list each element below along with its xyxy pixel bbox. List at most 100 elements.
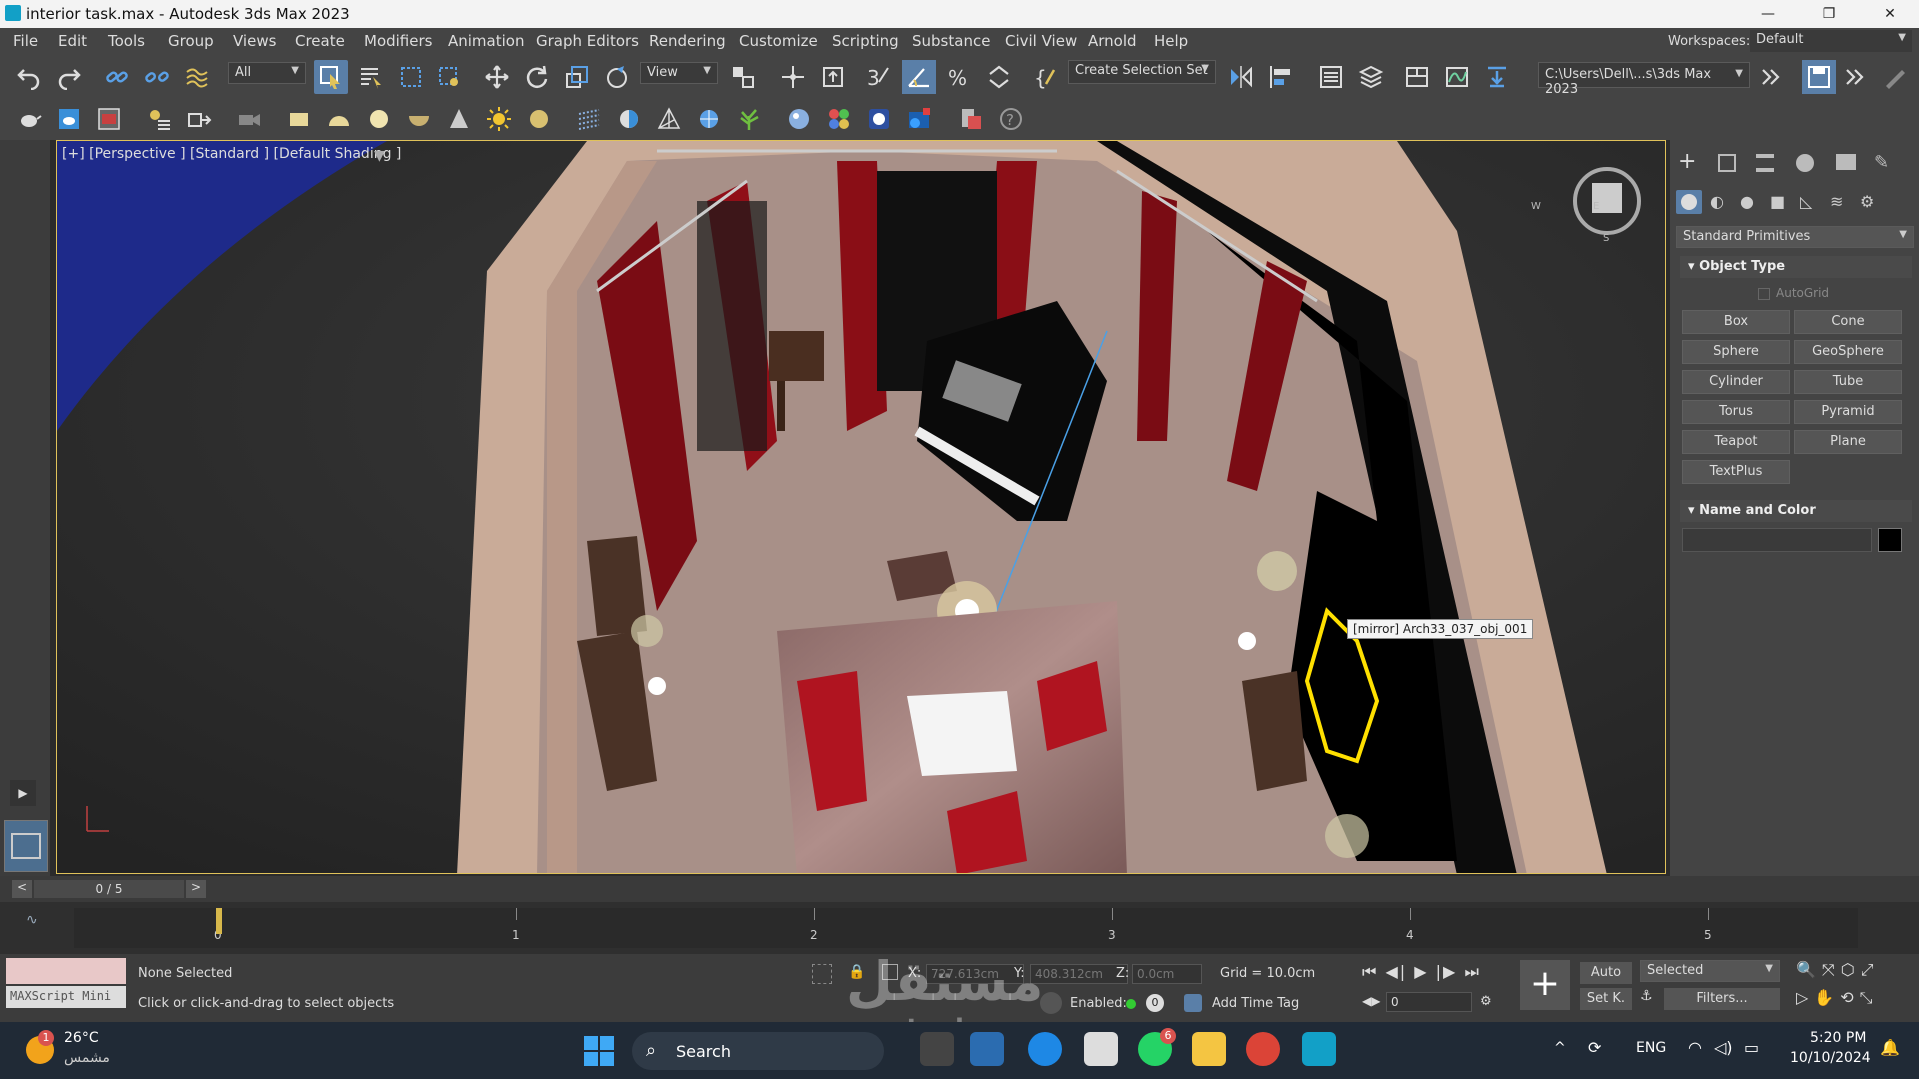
tray-chevron-icon[interactable]: ^ xyxy=(1554,1040,1566,1056)
object-name-input[interactable] xyxy=(1682,528,1872,552)
clock-time[interactable]: 5:20 PM xyxy=(1810,1030,1866,1046)
cylinder-button[interactable]: Cylinder xyxy=(1682,370,1790,394)
battery-icon[interactable]: ▭ xyxy=(1744,1038,1759,1057)
shapes-category-icon[interactable]: ◐ xyxy=(1710,192,1724,211)
brush-icon[interactable] xyxy=(1880,62,1910,92)
menu-create[interactable]: Create xyxy=(295,32,345,50)
mirror-icon[interactable] xyxy=(1226,62,1256,92)
spacewarps-category-icon[interactable]: ≋ xyxy=(1830,192,1843,211)
set-key-big-button[interactable]: + xyxy=(1520,960,1570,1010)
sync-icon[interactable]: ⟳ xyxy=(1588,1038,1601,1057)
scene-explorer-icon[interactable] xyxy=(1316,62,1346,92)
redo-icon[interactable] xyxy=(54,62,84,92)
time-marker[interactable] xyxy=(216,908,222,934)
select-by-name-icon[interactable] xyxy=(356,62,386,92)
name-and-color-rollout[interactable]: ▾ Name and Color xyxy=(1680,500,1912,522)
menu-help[interactable]: Help xyxy=(1154,32,1188,50)
playback-controls[interactable]: ⏮ ◀| ▶ |▶ ⏭ xyxy=(1362,962,1481,982)
key-mode-icon[interactable]: ◀▶ xyxy=(1362,994,1380,1008)
expand-arrow-icon[interactable]: ▶ xyxy=(10,780,36,806)
auto-key-button[interactable]: Auto xyxy=(1580,962,1632,984)
geosphere-icon[interactable] xyxy=(694,104,724,134)
select-object-icon[interactable] xyxy=(314,60,348,94)
half-sphere-icon[interactable] xyxy=(614,104,644,134)
keyboard-shortcut-icon[interactable] xyxy=(818,62,848,92)
save-project-icon[interactable] xyxy=(1802,60,1836,94)
track-bar-area[interactable]: 0 1 2 3 4 5 xyxy=(74,908,1858,948)
render-camera-icon[interactable] xyxy=(234,104,264,134)
copilot-icon[interactable] xyxy=(970,1032,1004,1066)
pivot-center-icon[interactable] xyxy=(728,62,758,92)
primitive-category-dropdown[interactable]: Standard Primitives ▼ xyxy=(1676,226,1914,248)
key-filter-dropdown[interactable]: Selected ▼ xyxy=(1640,960,1780,982)
curve-editor-mini-icon[interactable]: ∿ xyxy=(26,912,38,928)
render-frame-window-icon[interactable] xyxy=(94,104,124,134)
select-manipulate-icon[interactable] xyxy=(778,62,808,92)
spinner-snap-icon[interactable] xyxy=(984,62,1014,92)
track-bar[interactable]: ∿ 0 1 2 3 4 5 xyxy=(0,902,1919,954)
menu-scripting[interactable]: Scripting xyxy=(832,32,899,50)
menu-views[interactable]: Views xyxy=(233,32,276,50)
maxscript-listener-pink[interactable] xyxy=(6,958,126,984)
language-indicator[interactable]: ENG xyxy=(1636,1040,1666,1056)
bowl-primitive-icon[interactable] xyxy=(404,104,434,134)
help-icon[interactable]: ? xyxy=(996,104,1026,134)
time-config-icon[interactable]: ⚙ xyxy=(1480,994,1492,1009)
object-color-swatch[interactable] xyxy=(1878,528,1902,552)
grid-pattern-icon[interactable] xyxy=(574,104,604,134)
perspective-viewport[interactable]: E W S [mirror] Arch33_037_obj_001 xyxy=(56,140,1666,874)
unlink-icon[interactable] xyxy=(142,62,172,92)
store-icon[interactable] xyxy=(1084,1032,1118,1066)
rotate-icon[interactable] xyxy=(522,62,552,92)
render-to-texture-icon[interactable] xyxy=(956,104,986,134)
foliage-icon[interactable] xyxy=(734,104,764,134)
teapot-button[interactable]: Teapot xyxy=(1682,430,1790,454)
curve-editor-icon[interactable] xyxy=(1442,62,1472,92)
light-lister-icon[interactable] xyxy=(144,104,174,134)
current-frame-field[interactable]: 0 xyxy=(1386,992,1472,1012)
move-icon[interactable] xyxy=(482,62,512,92)
time-next-button[interactable]: > xyxy=(186,880,206,898)
pyramid-wire-icon[interactable] xyxy=(654,104,684,134)
more-chevron-icon[interactable] xyxy=(1840,62,1870,92)
menu-edit[interactable]: Edit xyxy=(58,32,87,50)
set-key-button[interactable]: Set K. xyxy=(1580,988,1632,1010)
minimize-button[interactable]: — xyxy=(1739,0,1797,28)
lights-category-icon[interactable]: ● xyxy=(1740,192,1754,211)
undo-icon[interactable] xyxy=(14,62,44,92)
material-sphere-icon[interactable] xyxy=(784,104,814,134)
angle-snap-icon[interactable] xyxy=(902,60,936,94)
workspaces-dropdown[interactable]: Default ▼ xyxy=(1750,30,1912,52)
menu-rendering[interactable]: Rendering xyxy=(649,32,726,50)
rect-selection-icon[interactable] xyxy=(396,62,426,92)
menu-substance[interactable]: Substance xyxy=(912,32,990,50)
menu-civil-view[interactable]: Civil View xyxy=(1005,32,1077,50)
z-coord-field[interactable]: 0.0cm xyxy=(1132,964,1202,984)
named-selection-dropdown[interactable]: Create Selection Set ▼ xyxy=(1068,60,1216,84)
clock-date[interactable]: 10/10/2024 xyxy=(1790,1050,1871,1066)
menu-customize[interactable]: Customize xyxy=(739,32,818,50)
filters-button[interactable]: Filters... xyxy=(1664,988,1780,1010)
time-prev-button[interactable]: < xyxy=(12,880,32,898)
render-iterative-icon[interactable] xyxy=(904,104,934,134)
taskbar-search-box[interactable]: ⌕ Search xyxy=(632,1032,884,1070)
viewport-layout-tab[interactable] xyxy=(4,820,48,872)
project-path-dropdown[interactable]: C:\Users\Dell\...s\3ds Max 2023 ▼ xyxy=(1538,62,1750,97)
textplus-button[interactable]: TextPlus xyxy=(1682,460,1790,484)
viewport-nav-controls-top[interactable]: 🔍⤧⬡⤢ xyxy=(1796,960,1880,980)
maxscript-mini-input[interactable]: MAXScript Mini xyxy=(6,986,126,1008)
menu-file[interactable]: File xyxy=(13,32,38,50)
menu-tools[interactable]: Tools xyxy=(108,32,145,50)
cameras-category-icon[interactable]: ■ xyxy=(1770,192,1785,211)
reference-coord-dropdown[interactable]: View ▼ xyxy=(640,62,718,84)
scale-icon[interactable] xyxy=(562,62,592,92)
close-button[interactable]: ✕ xyxy=(1861,0,1919,28)
maximize-button[interactable]: ❐ xyxy=(1800,0,1858,28)
torus-button[interactable]: Torus xyxy=(1682,400,1790,424)
sphere-primitive-icon[interactable] xyxy=(364,104,394,134)
link-icon[interactable] xyxy=(102,62,132,92)
ribbon-toggle-icon[interactable] xyxy=(1402,62,1432,92)
more-tools-chevron-icon[interactable] xyxy=(1756,62,1786,92)
utilities-tab-icon[interactable]: ✎ xyxy=(1874,152,1889,173)
geometry-category-icon[interactable] xyxy=(1676,190,1702,214)
